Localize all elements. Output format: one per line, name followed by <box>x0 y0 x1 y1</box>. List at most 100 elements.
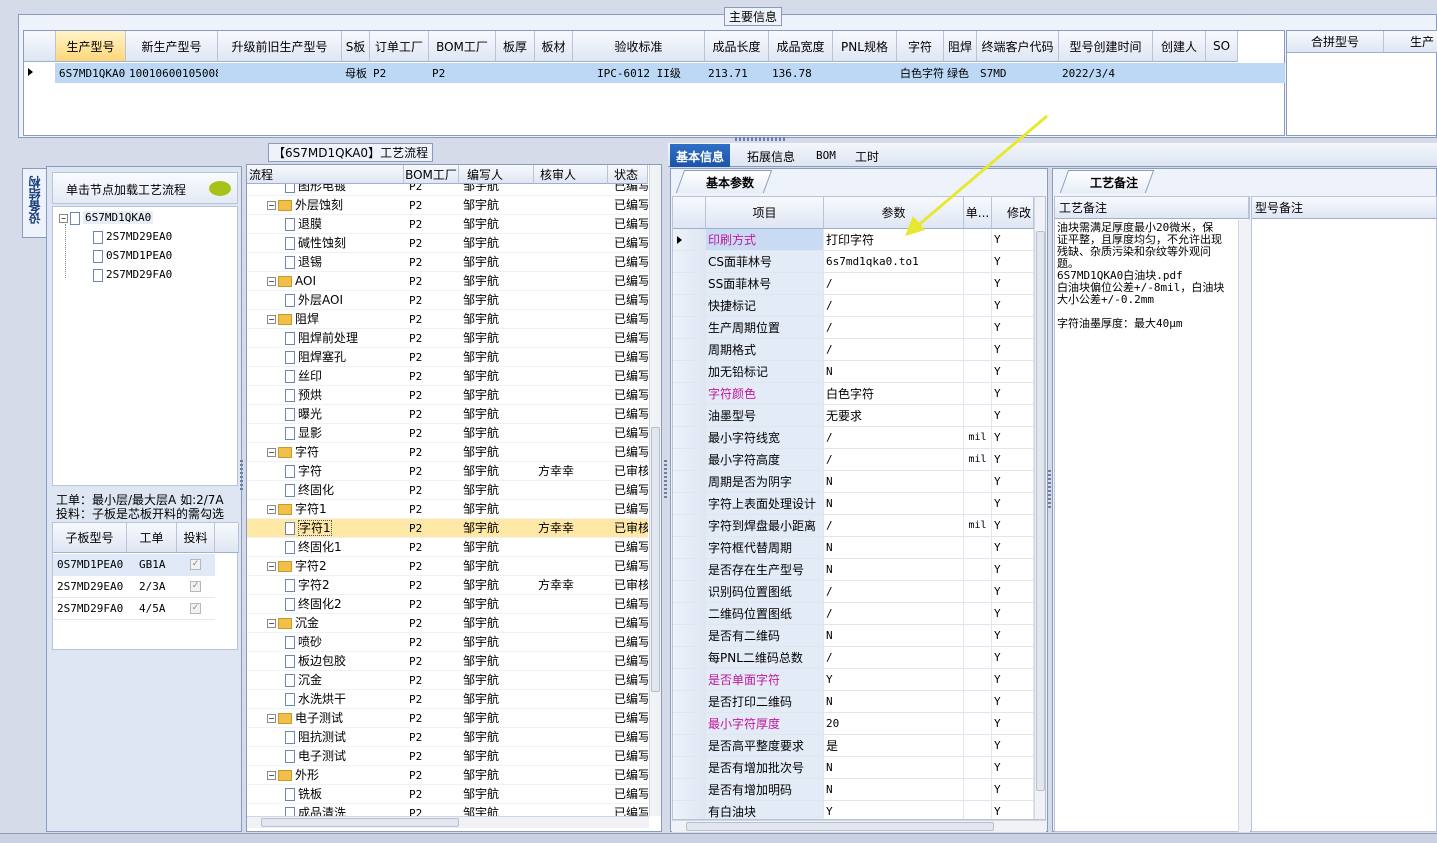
flow-row[interactable]: − 电子测试 P2 邹宇航 已编写 <box>247 709 648 728</box>
flow-node[interactable]: 阻焊前处理 <box>285 329 404 348</box>
main-col-header[interactable]: 型号创建时间 <box>1059 31 1153 62</box>
tab-bom[interactable]: BOM <box>810 145 842 166</box>
param-row[interactable]: 是否有二维码 N Y <box>673 625 1034 647</box>
flow-node[interactable]: 外层AOI <box>285 291 404 310</box>
param-modify[interactable]: Y <box>992 471 1034 493</box>
param-row[interactable]: CS面菲林号 6s7md1qka0.to1 Y <box>673 251 1034 273</box>
param-row[interactable]: 有白油块 Y Y <box>673 801 1034 819</box>
flow-row[interactable]: 字符2 P2 邹宇航 方幸幸 已审核 <box>247 576 648 595</box>
param-value[interactable]: N <box>824 493 964 515</box>
param-row[interactable]: 是否高平整度要求是 Y <box>673 735 1034 757</box>
param-modify[interactable]: Y <box>992 405 1034 427</box>
flow-row[interactable]: 终固化 P2 邹宇航 已编写 <box>247 481 648 500</box>
param-row[interactable]: SS面菲林号 / Y <box>673 273 1034 295</box>
param-modify[interactable]: Y <box>992 493 1034 515</box>
param-modify[interactable]: Y <box>992 251 1034 273</box>
param-modify[interactable]: Y <box>992 559 1034 581</box>
param-modify[interactable]: Y <box>992 383 1034 405</box>
flow-node[interactable]: 阻抗测试 <box>285 728 404 747</box>
flow-row[interactable]: 铣板 P2 邹宇航 已编写 <box>247 785 648 804</box>
flow-node[interactable]: 喷砂 <box>285 633 404 652</box>
flow-row[interactable]: 喷砂 P2 邹宇航 已编写 <box>247 633 648 652</box>
param-row[interactable]: 二维码位置图纸 / Y <box>673 603 1034 625</box>
flow-node[interactable]: 终固化1 <box>285 538 404 557</box>
param-value[interactable]: / <box>824 273 964 295</box>
param-modify[interactable]: Y <box>992 427 1034 449</box>
param-modify[interactable]: Y <box>992 515 1034 537</box>
flow-node[interactable]: 阻焊塞孔 <box>285 348 404 367</box>
param-row[interactable]: 周期是否为阴字 N Y <box>673 471 1034 493</box>
flow-vscroll-thumb[interactable] <box>651 427 660 692</box>
process-remark-text[interactable]: 油块需满足厚度最小20微米，保 证平整，且厚度均匀，不允许出现 残缺、杂质污染和杂纹… <box>1057 222 1237 330</box>
flow-row[interactable]: 终固化2 P2 邹宇航 已编写 <box>247 595 648 614</box>
param-value[interactable]: N <box>824 471 964 493</box>
collapse-icon[interactable]: − <box>267 619 276 628</box>
main-col-header[interactable]: 创建人 <box>1153 31 1206 62</box>
param-row[interactable]: 是否单面字符 Y Y <box>673 669 1034 691</box>
flow-vscroll[interactable] <box>649 165 661 816</box>
param-value[interactable]: 是 <box>824 735 964 757</box>
basic-hscroll-thumb[interactable] <box>686 822 994 831</box>
collapse-icon[interactable]: − <box>267 201 276 210</box>
flow-node[interactable]: 沉金 <box>285 671 404 690</box>
basic-vscroll[interactable] <box>1034 197 1045 819</box>
param-value[interactable]: / <box>824 317 964 339</box>
flow-row[interactable]: 电子测试 P2 邹宇航 已编写 <box>247 747 648 766</box>
param-row[interactable]: 识别码位置图纸 / Y <box>673 581 1034 603</box>
collapse-icon[interactable]: − <box>267 771 276 780</box>
flow-row[interactable]: − 字符1 P2 邹宇航 已编写 <box>247 500 648 519</box>
param-row[interactable]: 最小字符线宽 / mil Y <box>673 427 1034 449</box>
tree-child[interactable]: 2S7MD29EA0 <box>93 230 172 244</box>
param-modify[interactable]: Y <box>992 647 1034 669</box>
flow-row[interactable]: 阻焊前处理 P2 邹宇航 已编写 <box>247 329 648 348</box>
param-row[interactable]: 字符框代替周期 N Y <box>673 537 1034 559</box>
param-value[interactable]: / <box>824 427 964 449</box>
param-modify[interactable]: Y <box>992 361 1034 383</box>
main-col-header[interactable]: SO <box>1206 31 1238 62</box>
flow-col-status[interactable]: 状态 <box>608 165 648 184</box>
main-col-header[interactable]: 验收标准 <box>573 31 705 62</box>
main-col-header[interactable]: 终端客户代码 <box>977 31 1059 62</box>
param-row[interactable]: 最小字符厚度 20 Y <box>673 713 1034 735</box>
right-splitter[interactable] <box>1048 470 1051 510</box>
flow-node[interactable]: 退锡 <box>285 253 404 272</box>
flow-row[interactable]: 显影 P2 邹宇航 已编写 <box>247 424 648 443</box>
tab-work-hours[interactable]: 工时 <box>849 144 885 169</box>
flow-col-bom[interactable]: BOM工厂 <box>404 165 459 184</box>
flow-row[interactable]: 水洗烘干 P2 邹宇航 已编写 <box>247 690 648 709</box>
main-col-header[interactable]: 板材 <box>535 31 573 62</box>
flow-node[interactable]: − 字符2 <box>267 557 404 576</box>
flow-col-writer[interactable]: 编写人 <box>459 165 534 184</box>
flow-node[interactable]: 图形电镀 <box>285 184 404 196</box>
flow-col-process[interactable]: 流程 <box>247 165 404 184</box>
param-value[interactable]: N <box>824 625 964 647</box>
main-col-header[interactable]: 阻焊 <box>944 31 977 62</box>
param-value[interactable]: 20 <box>824 713 964 735</box>
flow-node[interactable]: − 沉金 <box>267 614 404 633</box>
flow-row[interactable]: − 外层蚀刻 P2 邹宇航 已编写 <box>247 196 648 215</box>
flow-row[interactable]: 图形电镀 P2 邹宇航 已编写 <box>247 184 648 196</box>
param-modify[interactable]: Y <box>992 801 1034 819</box>
param-modify[interactable]: Y <box>992 669 1034 691</box>
flow-node[interactable]: 板边包胶 <box>285 652 404 671</box>
main-col-header[interactable]: 板厚 <box>496 31 535 62</box>
collapse-icon[interactable]: − <box>267 315 276 324</box>
param-row[interactable]: 是否有增加批次号 N Y <box>673 757 1034 779</box>
sub-board-grid[interactable]: 子板型号 工单 投料 0S7MD1PEA0 GB1A ✓ 2S7MD29EA0 2/3A… <box>52 522 239 650</box>
mid-splitter[interactable] <box>664 460 667 500</box>
flow-row[interactable]: 退膜 P2 邹宇航 已编写 <box>247 215 648 234</box>
param-value[interactable]: Y <box>824 669 964 691</box>
flow-node[interactable]: 字符 <box>285 462 404 481</box>
main-col-header[interactable]: 成品宽度 <box>769 31 833 62</box>
collapse-icon[interactable]: − <box>267 505 276 514</box>
tree-root[interactable]: − 6S7MD1QKA0 <box>59 211 154 225</box>
flow-row[interactable]: 碱性蚀刻 P2 邹宇航 已编写 <box>247 234 648 253</box>
param-row[interactable]: 每PNL二维码总数 / Y <box>673 647 1034 669</box>
flow-row[interactable]: 丝印 P2 邹宇航 已编写 <box>247 367 648 386</box>
flow-row[interactable]: − 沉金 P2 邹宇航 已编写 <box>247 614 648 633</box>
flow-node[interactable]: − AOI <box>267 272 404 291</box>
flow-node[interactable]: − 外形 <box>267 766 404 785</box>
flow-row[interactable]: 阻焊塞孔 P2 邹宇航 已编写 <box>247 348 648 367</box>
main-col-header[interactable]: 成品长度 <box>705 31 769 62</box>
flow-col-auditor[interactable]: 核审人 <box>534 165 608 184</box>
